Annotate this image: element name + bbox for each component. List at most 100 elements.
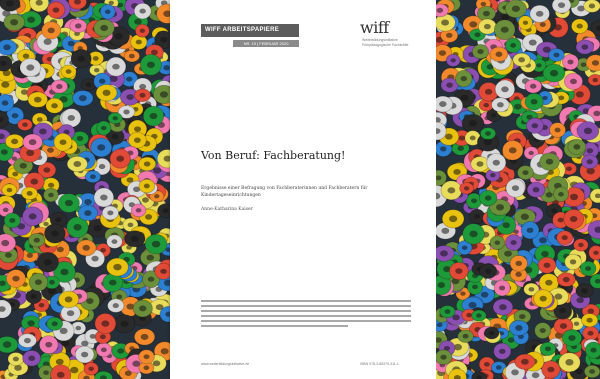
wiff-logo: wiff (360, 18, 389, 37)
bead (3, 212, 21, 229)
abstract-line (201, 325, 348, 327)
bead (72, 90, 94, 107)
bead (77, 204, 98, 222)
bead (573, 238, 589, 252)
bead (132, 299, 153, 318)
bead (479, 263, 498, 279)
bead (28, 233, 46, 248)
bead (493, 19, 516, 41)
bead (83, 361, 99, 376)
bead (50, 79, 69, 94)
bead (152, 84, 170, 105)
bead (107, 298, 125, 313)
bead (505, 234, 523, 252)
bead (139, 53, 162, 76)
bead (518, 15, 533, 31)
bead (556, 230, 574, 246)
bead (106, 234, 123, 249)
bead (524, 79, 542, 94)
bead (564, 253, 582, 271)
bead (539, 152, 560, 171)
bead (462, 223, 485, 245)
bead (74, 345, 95, 364)
bead (17, 118, 33, 131)
bead (138, 178, 156, 194)
bead (504, 0, 527, 19)
bead (502, 140, 524, 161)
bead (537, 256, 557, 274)
bead (582, 325, 599, 341)
bead (583, 364, 600, 379)
bead (69, 18, 88, 33)
bead (493, 279, 511, 297)
bead (449, 261, 469, 281)
bead (142, 105, 165, 127)
bead (489, 235, 506, 250)
document-author: Anne-Katharina Kaiser (201, 207, 253, 212)
bead (128, 131, 147, 149)
bead (0, 93, 15, 113)
bead (3, 13, 26, 31)
bead (520, 221, 540, 240)
abstract-text-block (201, 300, 411, 330)
bead (96, 120, 112, 136)
bead (45, 97, 64, 114)
bead (461, 114, 485, 133)
bead (529, 4, 550, 23)
bead (469, 208, 486, 225)
series-number: NR. 19 | FEBRUAR 2020 (233, 40, 299, 47)
bead (109, 148, 131, 169)
bead (134, 88, 151, 103)
bead (445, 53, 461, 67)
bead (471, 309, 487, 322)
bead (581, 313, 599, 328)
bead (505, 178, 526, 198)
bead (105, 56, 127, 77)
bead (84, 170, 102, 184)
bead (93, 18, 115, 37)
document-subtitle: Ergebnisse einer Befragung von Fachberat… (201, 186, 368, 198)
bead (95, 342, 112, 358)
bead (584, 341, 600, 359)
bead (558, 352, 581, 373)
bead (7, 352, 25, 366)
bead (144, 233, 168, 255)
bead (134, 23, 150, 38)
abstract-line (201, 300, 411, 302)
bead (53, 132, 73, 152)
footer-url: www.weiterbildungsinitiative.de (201, 362, 250, 366)
bead (439, 305, 456, 319)
bead (548, 48, 565, 62)
bead (138, 156, 157, 172)
beads-pattern (436, 0, 600, 379)
bead (5, 269, 26, 288)
bead (587, 73, 600, 87)
bead (541, 360, 561, 379)
bead (575, 39, 595, 55)
bead (509, 255, 528, 272)
bead (457, 329, 474, 343)
bead (99, 4, 116, 20)
bead (66, 155, 88, 173)
bead (512, 52, 531, 67)
bead (46, 1, 66, 19)
bead (0, 39, 18, 56)
bead (76, 239, 97, 257)
bead (491, 97, 510, 113)
bead (28, 272, 49, 292)
bead (514, 353, 536, 370)
bead (553, 186, 569, 202)
bead (551, 0, 572, 14)
document-cover: WIFF ARBEITSPAPIERE NR. 19 | FEBRUAR 202… (170, 0, 436, 379)
bead (154, 262, 170, 280)
bead (436, 95, 454, 113)
bead (133, 328, 156, 346)
bead (58, 290, 80, 309)
bead (440, 180, 463, 201)
bead (556, 272, 576, 287)
bead (471, 44, 490, 60)
bead (123, 49, 140, 63)
bead (436, 245, 455, 262)
bead (57, 193, 80, 213)
bead (22, 133, 43, 151)
